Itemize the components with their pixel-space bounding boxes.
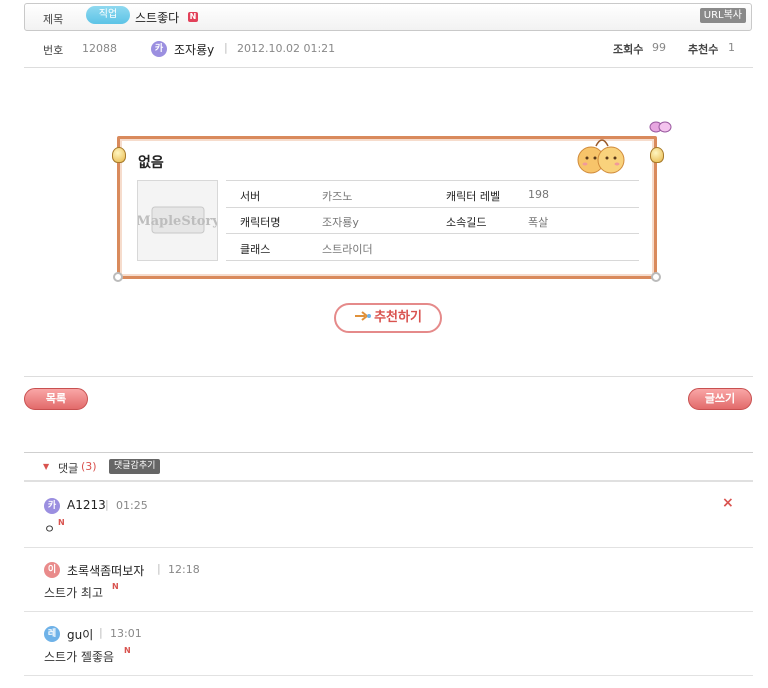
comment-author[interactable]: gu이 [67, 626, 93, 643]
author-name[interactable]: 조자룡y [174, 41, 214, 58]
separator: | [105, 498, 109, 511]
comment-time: 13:01 [110, 627, 142, 640]
separator: | [224, 41, 228, 54]
level-value: 198 [528, 188, 549, 201]
divider [24, 67, 753, 68]
comment-time: 01:25 [116, 499, 148, 512]
list-button[interactable]: 목록 [24, 388, 88, 410]
guild-label: 소속길드 [446, 216, 487, 229]
pin-icon [650, 147, 664, 163]
maple-logo-text: MapleStory [138, 214, 217, 229]
character-status: 없음 [138, 155, 164, 171]
post-number: 12088 [82, 42, 117, 55]
divider [24, 547, 753, 548]
divider [24, 611, 753, 612]
comments-count: (3) [81, 460, 97, 473]
pin-icon [112, 147, 126, 163]
cherry-mascot-icon [577, 139, 625, 174]
name-label: 캐릭터명 [240, 216, 281, 229]
class-label: 클래스 [240, 243, 271, 256]
collapse-arrow-icon[interactable]: ▼ [43, 462, 49, 471]
name-value: 조자룡y [322, 216, 359, 229]
new-badge-icon: N [124, 646, 131, 655]
comment-avatar-icon: 레 [44, 626, 60, 642]
arrow-recommend-icon [355, 311, 372, 321]
recommend-button[interactable]: 추천하기 [334, 303, 442, 333]
new-badge-icon: N [188, 12, 198, 22]
comment-avatar-icon: 이 [44, 562, 60, 578]
level-label: 캐릭터 레벨 [446, 190, 501, 203]
new-badge-icon: N [58, 518, 65, 527]
comment-text: 스트가 젤좋음 [44, 650, 115, 664]
comment-author[interactable]: 초록색좀떠보자 [67, 562, 144, 579]
butterfly-icon [649, 121, 672, 133]
number-label: 번호 [43, 44, 64, 57]
separator: | [157, 562, 161, 575]
character-image: MapleStory [136, 180, 220, 261]
new-badge-icon: N [112, 582, 119, 591]
comment-text: ㅇ [44, 522, 56, 536]
subject-label: 제목 [43, 13, 64, 26]
views-count: 99 [652, 41, 666, 54]
corner-ring-icon [651, 272, 661, 282]
comment-author[interactable]: A1213 [67, 498, 106, 512]
comment-text: 스트가 최고 [44, 586, 104, 600]
separator: | [99, 626, 103, 639]
server-label: 서버 [240, 190, 261, 203]
category-tag[interactable]: 직업 [86, 6, 130, 24]
post-title: 스트좋다 [135, 11, 180, 25]
views-label: 조회수 [613, 43, 644, 56]
delete-comment-icon[interactable]: × [722, 495, 734, 511]
hide-comments-button[interactable]: 댓글감추기 [109, 459, 161, 474]
maple-logo-icon: MapleStory [136, 206, 220, 234]
post-title-bar [24, 3, 752, 31]
comments-label: 댓글 [58, 462, 79, 475]
divider [24, 376, 753, 377]
write-button[interactable]: 글쓰기 [688, 388, 752, 410]
comment-avatar-icon: 카 [44, 498, 60, 514]
guild-value: 폭살 [528, 216, 549, 229]
comment-time: 12:18 [168, 563, 200, 576]
divider [24, 675, 753, 676]
author-avatar-icon: 카 [151, 41, 167, 57]
class-value: 스트라이더 [322, 243, 373, 256]
url-copy-button[interactable]: URL복사 [699, 8, 746, 23]
server-value: 카즈노 [322, 190, 353, 203]
recommend-button-label: 추천하기 [374, 310, 422, 325]
corner-ring-icon [113, 272, 123, 282]
recommend-count: 1 [728, 41, 735, 54]
recommend-label: 추천수 [688, 43, 719, 56]
post-datetime: 2012.10.02 01:21 [237, 42, 336, 55]
